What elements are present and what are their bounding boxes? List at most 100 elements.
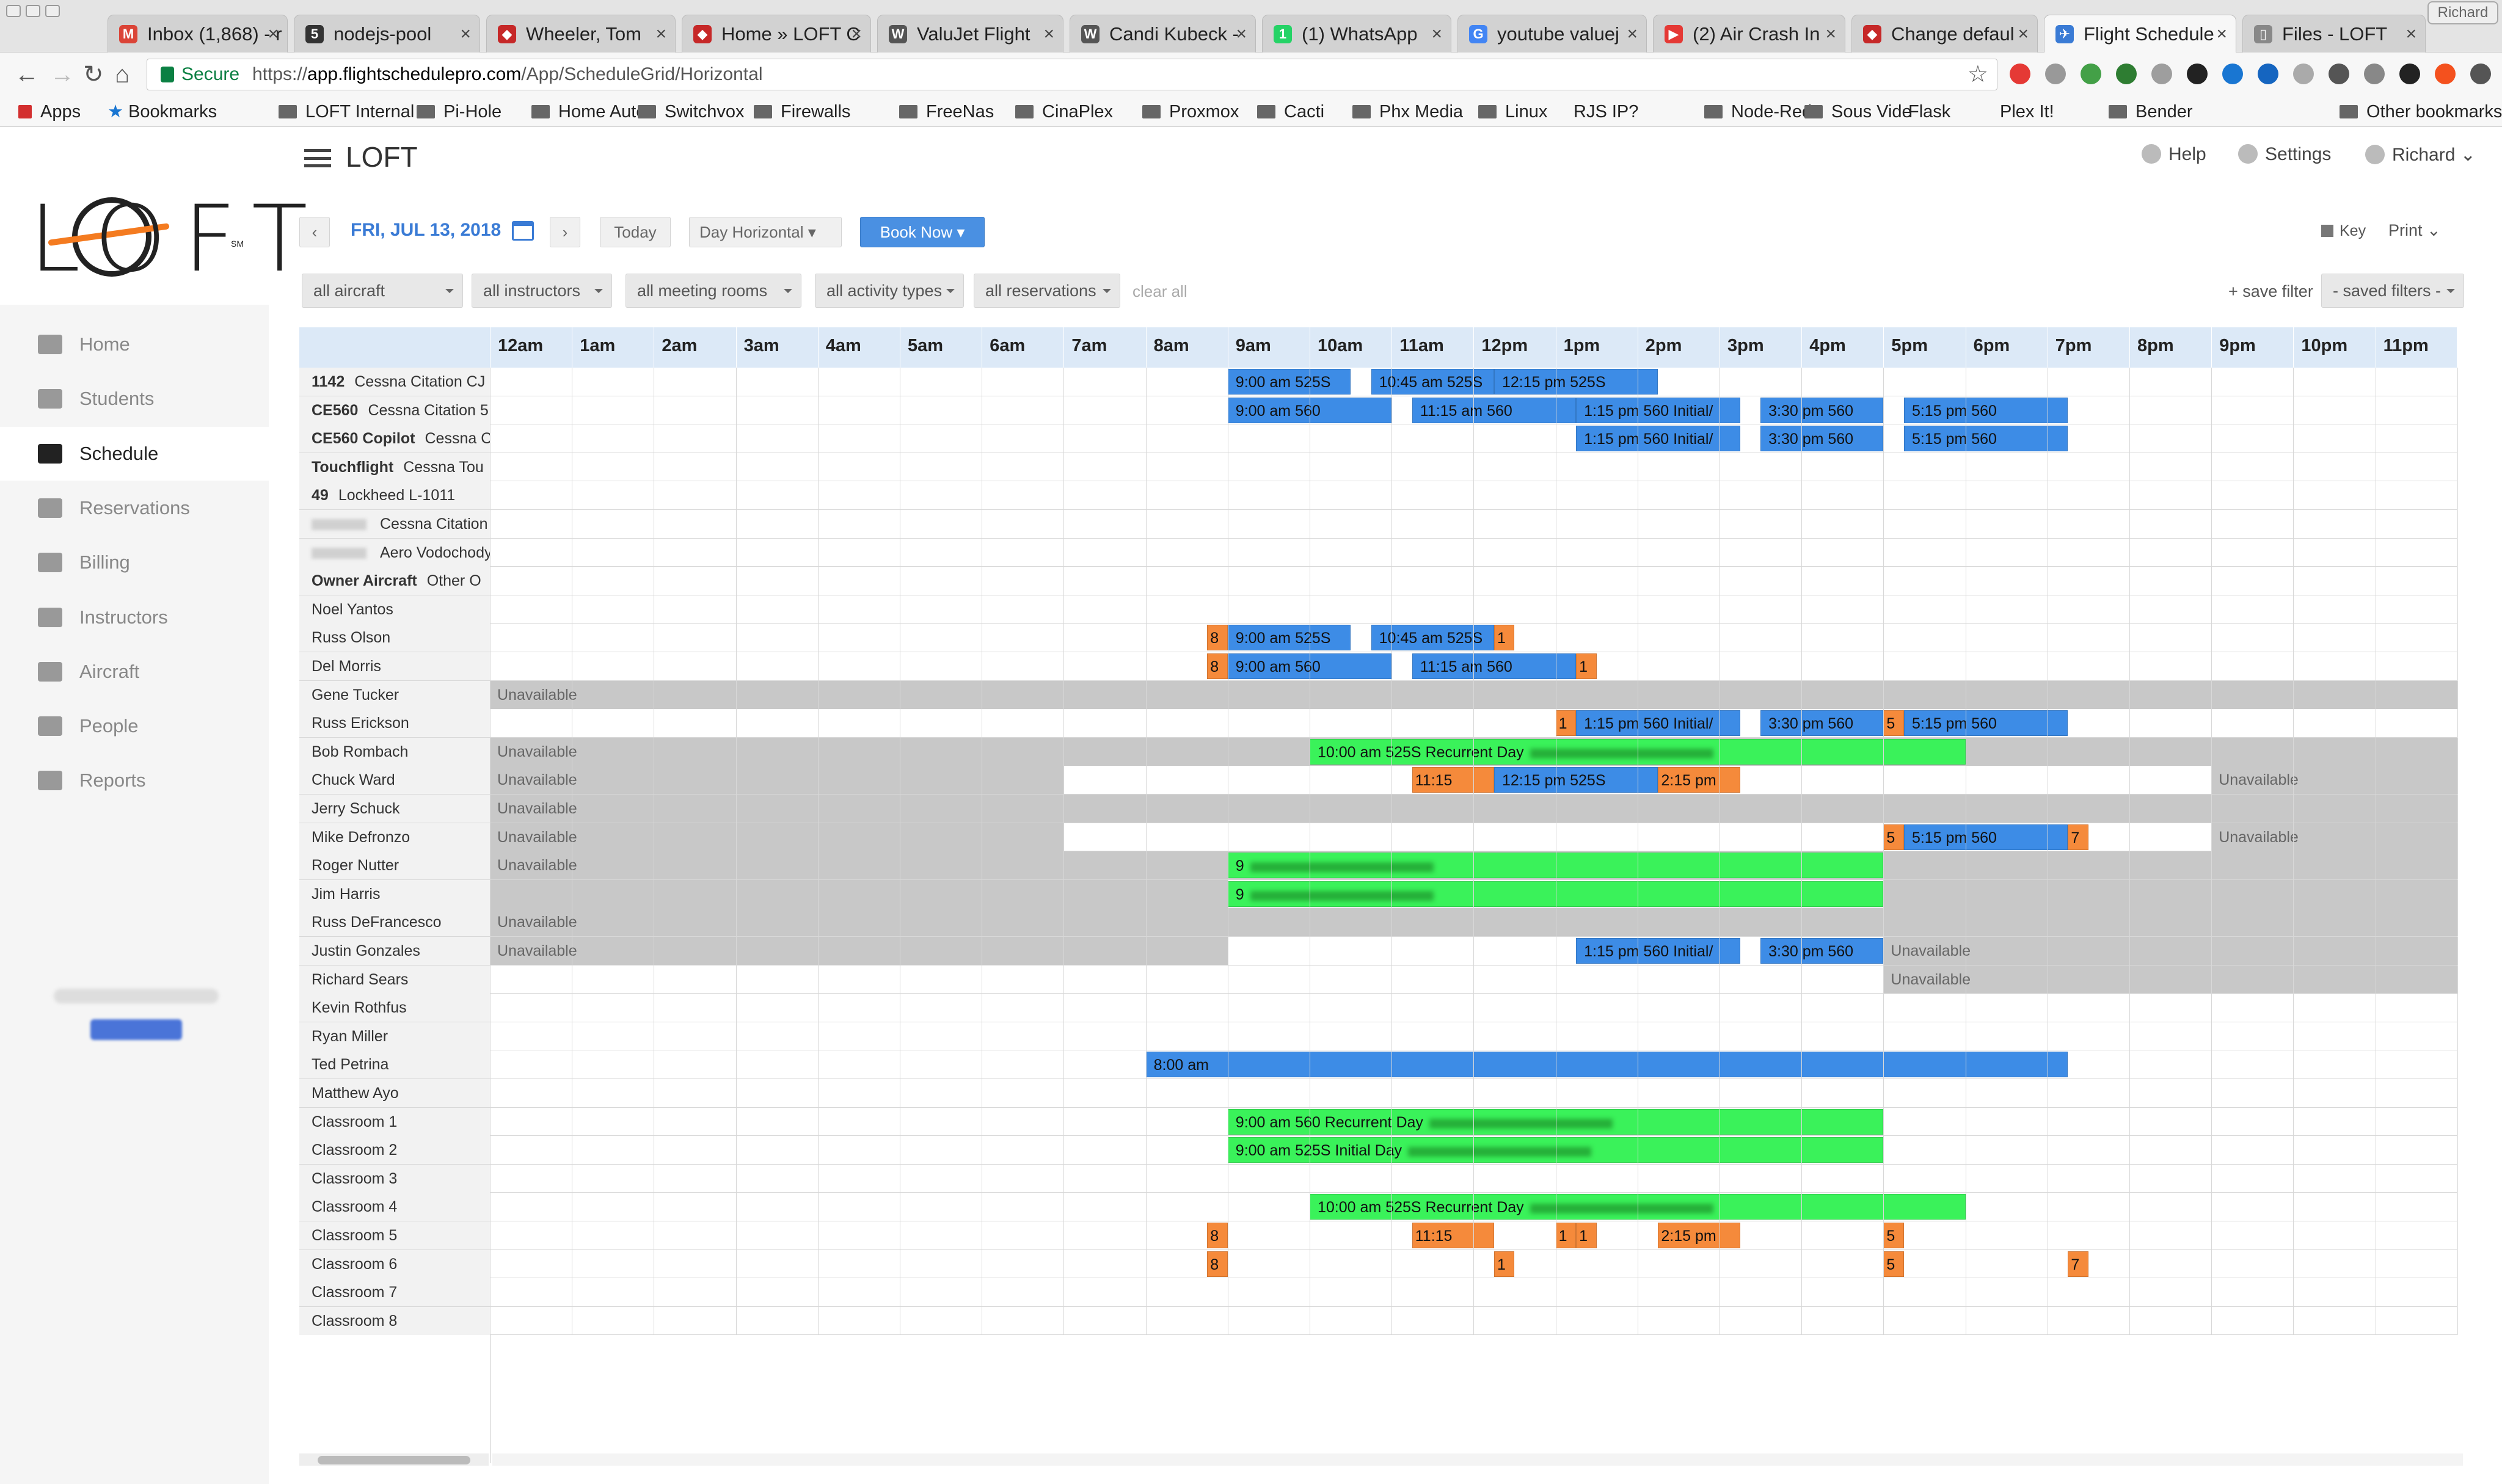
blurred-button[interactable] <box>90 1019 182 1040</box>
filter-all-activity-types[interactable]: all activity types <box>815 274 964 308</box>
reservation-block[interactable]: 8:00 am <box>1145 1052 2068 1078</box>
reservation-block[interactable]: 5:15 pm 560 <box>1903 397 2068 423</box>
user-menu[interactable]: Richard ⌄ <box>2365 144 2476 165</box>
tab-close-icon[interactable]: × <box>1236 15 1247 53</box>
sidebar-item-students[interactable]: Students <box>0 372 269 426</box>
tab-close-icon[interactable]: × <box>2216 15 2227 53</box>
home-icon[interactable]: ⌂ <box>115 60 129 89</box>
key-link[interactable]: Key <box>2321 222 2366 240</box>
reservation-block[interactable]: 3:30 pm 560 <box>1760 710 1884 737</box>
sidebar-item-billing[interactable]: Billing <box>0 536 269 589</box>
view-select[interactable]: Day Horizontal ▾ <box>689 217 842 247</box>
row-resource-name[interactable]: Touchflight Cessna Tou <box>299 453 490 481</box>
menu-icon[interactable] <box>304 149 331 167</box>
browser-tab[interactable]: 1 (1) WhatsApp × <box>1262 15 1451 53</box>
bookmark-item[interactable]: Plex It! <box>2000 96 2054 127</box>
reservation-block[interactable]: 1:15 pm 560 Initial/ <box>1576 938 1740 964</box>
browser-tab[interactable]: ▯ Files - LOFT × <box>2242 15 2426 53</box>
row-resource-name[interactable]: Russ Erickson <box>299 709 490 738</box>
tab-close-icon[interactable]: × <box>268 15 279 53</box>
sidebar-item-home[interactable]: Home <box>0 318 269 371</box>
row-resource-name[interactable]: Classroom 8 <box>299 1306 490 1335</box>
browser-tab[interactable]: ▶ (2) Air Crash In × <box>1653 15 1845 53</box>
settings-link[interactable]: Settings <box>2238 144 2331 165</box>
browser-tab[interactable]: W ValuJet Flight × <box>877 15 1063 53</box>
bookmark-item[interactable]: Cacti <box>1257 96 1324 127</box>
tab-close-icon[interactable]: × <box>851 15 862 53</box>
row-resource-name[interactable]: Richard Sears <box>299 965 490 994</box>
reservation-block[interactable]: 1 <box>1555 710 1577 737</box>
filter-all-meeting-rooms[interactable]: all meeting rooms <box>626 274 801 308</box>
calendar-icon[interactable] <box>512 221 534 241</box>
row-resource-name[interactable]: Cessna Citation <box>299 510 490 538</box>
bookmark-item[interactable]: ★ Bookmarks <box>108 96 217 127</box>
filter-all-instructors[interactable]: all instructors <box>472 274 612 308</box>
reservation-block[interactable]: 11:15 am 560 <box>1412 653 1577 679</box>
row-resource-name[interactable]: CE560 Copilot Cessna C <box>299 424 490 453</box>
filter-all-reservations[interactable]: all reservations <box>974 274 1120 308</box>
reservation-block[interactable]: 5:15 pm 560 <box>1903 710 2068 737</box>
row-resource-name[interactable]: Classroom 6 <box>299 1249 490 1278</box>
row-resource-name[interactable]: 49 Lockheed L-1011 <box>299 481 490 510</box>
reservation-block[interactable]: 8 <box>1207 1251 1228 1277</box>
timeline-scrollbar[interactable] <box>492 1453 2463 1466</box>
row-resource-name[interactable]: Chuck Ward <box>299 766 490 795</box>
browser-tab[interactable]: ◆ Home » LOFT C × <box>682 15 871 53</box>
next-day-button[interactable]: › <box>550 217 580 247</box>
extension-icon[interactable] <box>2222 64 2243 84</box>
bookmark-item[interactable]: Firewalls <box>754 96 850 127</box>
today-button[interactable]: Today <box>600 217 671 247</box>
browser-tab[interactable]: M Inbox (1,868) - r × <box>108 15 288 53</box>
row-resource-name[interactable]: Classroom 5 <box>299 1221 490 1249</box>
extension-icon[interactable] <box>2399 64 2420 84</box>
bookmark-item[interactable]: Flask <box>1908 96 1950 127</box>
book-now-button[interactable]: Book Now ▾ <box>860 217 985 247</box>
extension-icon[interactable] <box>2329 64 2349 84</box>
extension-icon[interactable] <box>2045 64 2066 84</box>
extension-icon[interactable] <box>2293 64 2314 84</box>
reservation-block[interactable]: 3:30 pm 560 <box>1760 426 1884 452</box>
row-resource-name[interactable]: Gene Tucker <box>299 680 490 709</box>
reservation-block[interactable]: 7 <box>2068 824 2088 850</box>
filter-all-aircraft[interactable]: all aircraft <box>302 274 463 308</box>
profile-button[interactable]: Richard <box>2427 1 2498 24</box>
bookmark-item[interactable]: Switchvox <box>638 96 745 127</box>
print-menu[interactable]: Print ⌄ <box>2388 221 2441 240</box>
bookmark-item[interactable]: RJS IP? <box>1574 96 1638 127</box>
reload-icon[interactable]: ↻ <box>83 60 104 89</box>
row-resource-name[interactable]: Justin Gonzales <box>299 937 490 965</box>
sidebar-item-instructors[interactable]: Instructors <box>0 591 269 644</box>
extension-icon[interactable] <box>2187 64 2208 84</box>
bookmark-item[interactable]: Node-Red <box>1704 96 1812 127</box>
reservation-block[interactable]: 11:15 am 560 <box>1412 397 1577 423</box>
extension-icon[interactable] <box>2116 64 2137 84</box>
tab-close-icon[interactable]: × <box>460 15 471 53</box>
reservation-block[interactable]: 1 <box>1576 1223 1597 1248</box>
extension-icon[interactable] <box>2081 64 2101 84</box>
sidebar-item-reports[interactable]: Reports <box>0 754 269 807</box>
row-resource-name[interactable]: Matthew Ayo <box>299 1079 490 1107</box>
tab-close-icon[interactable]: × <box>2405 15 2416 53</box>
reservation-block[interactable]: 9:00 am 525S <box>1227 369 1351 395</box>
browser-tab[interactable]: Gyoutube valuej × <box>1457 15 1647 53</box>
reservation-block[interactable]: 1 <box>1555 1223 1577 1248</box>
sidebar-item-schedule[interactable]: Schedule <box>0 426 269 481</box>
window-close-button[interactable] <box>6 5 21 17</box>
reservation-block[interactable]: 5:15 pm 560 <box>1903 426 2068 452</box>
reservation-block[interactable]: 2:15 pm <box>1658 767 1740 793</box>
reservation-block[interactable]: 3:30 pm 560 <box>1760 397 1884 423</box>
extension-icon[interactable] <box>2151 64 2172 84</box>
reservation-block[interactable]: 2:15 pm <box>1658 1223 1740 1248</box>
clear-all-link[interactable]: clear all <box>1132 282 1187 301</box>
reservation-block[interactable]: 10:45 am 525S <box>1371 369 1494 395</box>
extension-icon[interactable] <box>2258 64 2278 84</box>
reservation-block[interactable]: 1 <box>1494 625 1515 651</box>
bookmark-item[interactable]: Linux <box>1478 96 1547 127</box>
reservation-block[interactable]: 1:15 pm 560 Initial/ <box>1576 426 1740 452</box>
reservation-block[interactable]: 1:15 pm 560 Initial/ <box>1576 710 1740 737</box>
reservation-block[interactable]: 5 <box>1883 1251 1904 1277</box>
reservation-block[interactable]: 7 <box>2068 1251 2088 1277</box>
back-icon[interactable]: ← <box>15 60 39 89</box>
reservation-block[interactable]: 10:45 am 525S <box>1371 625 1494 651</box>
browser-tab[interactable]: W Candi Kubeck - × <box>1070 15 1256 53</box>
